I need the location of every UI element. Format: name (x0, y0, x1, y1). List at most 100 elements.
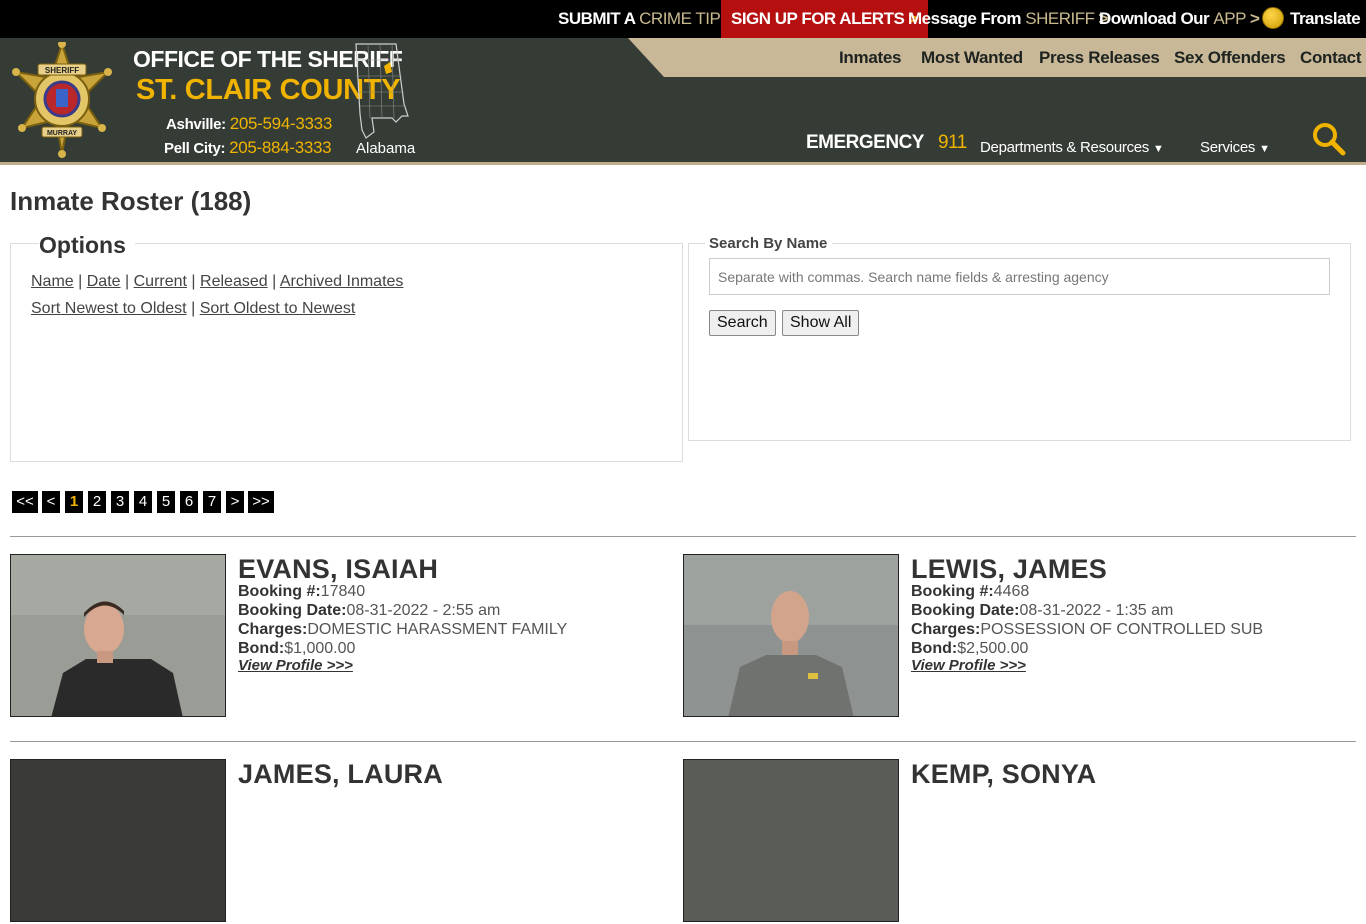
booking-date: 08-31-2022 - 1:35 am (1019, 602, 1174, 619)
chevron-down-icon: ▼ (1259, 143, 1270, 155)
services-dropdown[interactable]: Services ▼ (1200, 139, 1270, 156)
nav-most-wanted[interactable]: Most Wanted (921, 38, 1023, 77)
nav-contact[interactable]: Contact (1300, 38, 1361, 77)
show-all-button[interactable]: Show All (782, 310, 860, 336)
charges: DOMESTIC HARASSMENT FAMILY (307, 621, 568, 638)
badge-bottom-text: MURRAY (47, 130, 77, 137)
separator: | (78, 273, 83, 290)
search-legend: Search By Name (705, 235, 833, 252)
crime-tip-highlight: CRIME TIP (639, 9, 721, 28)
bond: $2,500.00 (957, 640, 1029, 657)
message-prefix: Message From (908, 9, 1022, 28)
inmate-photo[interactable] (10, 759, 226, 922)
filter-archived-link[interactable]: Archived Inmates (280, 273, 404, 290)
alerts-label: SIGN UP FOR ALERTS (731, 9, 905, 28)
field-label: Bond: (911, 640, 958, 657)
field-label: Booking Date: (238, 602, 347, 619)
sign-up-alerts-link[interactable]: SIGN UP FOR ALERTS > (721, 0, 928, 38)
separator: | (272, 273, 277, 290)
field-label: Charges: (911, 621, 981, 638)
chevron-down-icon: ▼ (1153, 143, 1164, 155)
inmate-card: KEMP, SONYA (683, 759, 1323, 924)
phone-label: Pell City: (164, 140, 226, 157)
search-icon[interactable] (1312, 122, 1346, 156)
view-profile-link[interactable]: View Profile >>> (911, 657, 1026, 674)
inmate-name: LEWIS, JAMES (911, 554, 1107, 584)
page-5[interactable]: 5 (157, 491, 175, 513)
download-prefix: Download Our (1099, 9, 1210, 28)
inmate-card: LEWIS, JAMES Booking #:4468 Booking Date… (683, 554, 1323, 719)
crime-tip-prefix: SUBMIT A (558, 9, 635, 28)
download-highlight: APP (1213, 9, 1246, 28)
page-4[interactable]: 4 (134, 491, 152, 513)
chevron-right-icon: > (1249, 9, 1260, 28)
field-label: Charges: (238, 621, 308, 638)
nav-sex-offenders[interactable]: Sex Offenders (1174, 38, 1286, 77)
inmate-photo[interactable] (10, 554, 226, 717)
download-app-link[interactable]: Download Our APP > (1099, 0, 1260, 38)
options-legend: Options (39, 232, 135, 259)
badge-top-text: SHERIFF (45, 66, 79, 75)
sort-newest-link[interactable]: Sort Newest to Oldest (31, 300, 187, 317)
phone-number-link[interactable]: 205-594-3333 (230, 114, 333, 133)
filter-links: Name | Date | Current | Released | Archi… (31, 273, 403, 291)
page-3[interactable]: 3 (111, 491, 129, 513)
globe-icon (1262, 6, 1284, 29)
booking-number: 17840 (320, 583, 366, 600)
nav-press-releases[interactable]: Press Releases (1039, 38, 1160, 77)
filter-current-link[interactable]: Current (134, 273, 187, 290)
translate-label: Translate (1290, 9, 1361, 28)
state-label: Alabama (356, 140, 416, 157)
crime-tip-link[interactable]: SUBMIT A CRIME TIP> (558, 0, 734, 38)
departments-dropdown[interactable]: Departments & Resources ▼ (980, 139, 1164, 156)
message-from-sheriff-link[interactable]: Message From SHERIFF > (908, 0, 1108, 38)
booking-date-row: Booking Date:08-31-2022 - 2:55 am (238, 602, 500, 620)
pell-city-phone: Pell City: 205-884-3333 (164, 138, 332, 158)
charges: POSSESSION OF CONTROLLED SUB (980, 621, 1264, 638)
sort-oldest-link[interactable]: Sort Oldest to Newest (200, 300, 356, 317)
search-button[interactable]: Search (709, 310, 776, 336)
charges-row: Charges:DOMESTIC HARASSMENT FAMILY (238, 621, 567, 639)
search-name-input[interactable] (709, 258, 1330, 295)
booking-date-row: Booking Date:08-31-2022 - 1:35 am (911, 602, 1173, 620)
page-first[interactable]: << (12, 491, 38, 513)
filter-released-link[interactable]: Released (200, 273, 268, 290)
phone-number-link[interactable]: 205-884-3333 (229, 138, 332, 157)
page-2[interactable]: 2 (88, 491, 106, 513)
field-label: Booking #: (911, 583, 994, 600)
emergency-number: 911 (937, 132, 967, 153)
filter-name-link[interactable]: Name (31, 273, 74, 290)
field-label: Bond: (238, 640, 285, 657)
inmate-card: JAMES, LAURA (10, 759, 650, 924)
sort-links: Sort Newest to Oldest | Sort Oldest to N… (31, 300, 355, 318)
view-profile-link[interactable]: View Profile >>> (238, 657, 353, 674)
inmate-name: EVANS, ISAIAH (238, 554, 439, 584)
page-last[interactable]: >> (248, 491, 274, 513)
options-panel: Options Name | Date | Current | Released… (10, 232, 683, 462)
charges-row: Charges:POSSESSION OF CONTROLLED SUB (911, 621, 1263, 639)
field-label: Booking #: (238, 583, 321, 600)
page-7[interactable]: 7 (203, 491, 221, 513)
separator: | (125, 273, 130, 290)
dropdown-label: Services (1200, 139, 1256, 156)
page-next[interactable]: > (226, 491, 244, 513)
page-6[interactable]: 6 (180, 491, 198, 513)
divider (10, 741, 1356, 742)
booking-number: 4468 (993, 583, 1030, 600)
inmate-photo[interactable] (683, 554, 899, 717)
nav-inmates[interactable]: Inmates (839, 38, 901, 77)
message-highlight: SHERIFF (1025, 9, 1095, 28)
bond-row: Bond:$1,000.00 (238, 640, 355, 658)
filter-date-link[interactable]: Date (87, 273, 121, 290)
page-title: Inmate Roster (188) (10, 186, 252, 216)
separator: | (191, 273, 196, 290)
utility-bar: SUBMIT A CRIME TIP> SIGN UP FOR ALERTS> … (0, 0, 1366, 38)
translate-button[interactable]: Translate (1262, 0, 1361, 38)
separator: | (191, 300, 196, 317)
page-prev[interactable]: < (42, 491, 60, 513)
dropdown-label: Departments & Resources (980, 139, 1150, 156)
inmate-name: KEMP, SONYA (911, 759, 1097, 789)
page-1[interactable]: 1 (65, 491, 83, 513)
emergency-label: EMERGENCY (806, 132, 924, 153)
inmate-photo[interactable] (683, 759, 899, 922)
